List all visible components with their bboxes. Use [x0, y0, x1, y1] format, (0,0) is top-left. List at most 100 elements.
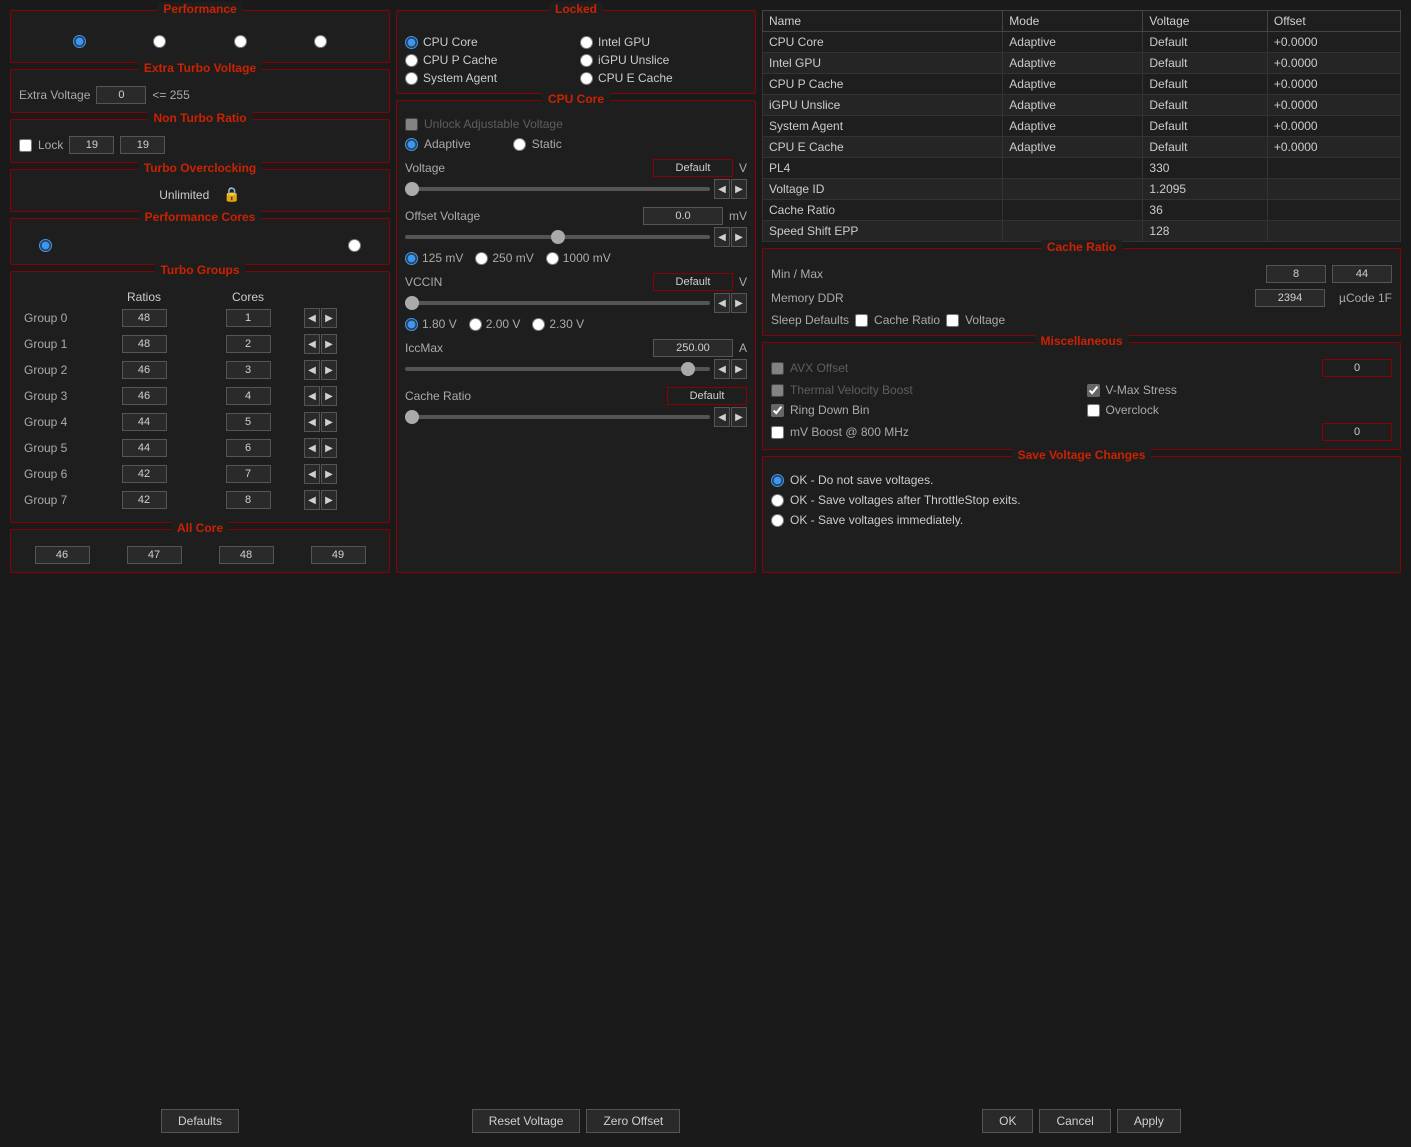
locked-radio-4[interactable] — [405, 72, 418, 85]
group-cores-input[interactable] — [226, 387, 271, 405]
group-cores-input[interactable] — [226, 439, 271, 457]
group-cores-input[interactable] — [226, 465, 271, 483]
unlock-adj-checkbox[interactable] — [405, 118, 418, 131]
perf-cores-radio-2[interactable] — [348, 239, 361, 252]
group-ratio-input[interactable] — [122, 309, 167, 327]
static-radio[interactable] — [513, 138, 526, 151]
cache-ratio-up-btn[interactable]: ▶ — [731, 407, 747, 427]
vccin-input[interactable] — [653, 273, 733, 291]
group-ratio-input[interactable] — [122, 465, 167, 483]
non-turbo-lock-checkbox[interactable] — [19, 139, 32, 152]
range1-1000-radio[interactable] — [546, 252, 559, 265]
save-radio-2[interactable] — [771, 514, 784, 527]
save-radio-1[interactable] — [771, 494, 784, 507]
mv-boost-checkbox[interactable] — [771, 426, 784, 439]
locked-radio-0[interactable] — [405, 36, 418, 49]
cache-ratio-down-btn[interactable]: ◀ — [714, 407, 730, 427]
ring-down-bin-checkbox[interactable] — [771, 404, 784, 417]
sleep-voltage-checkbox[interactable] — [946, 314, 959, 327]
non-turbo-val2[interactable] — [120, 136, 165, 154]
vccin-down-btn[interactable]: ◀ — [714, 293, 730, 313]
perf-radio-2[interactable] — [153, 35, 166, 48]
group-up-btn[interactable]: ▶ — [321, 360, 337, 380]
avx-offset-checkbox[interactable] — [771, 362, 784, 375]
group-down-btn[interactable]: ◀ — [304, 438, 320, 458]
group-ratio-input[interactable] — [122, 387, 167, 405]
cancel-button[interactable]: Cancel — [1039, 1109, 1110, 1133]
thermal-velocity-checkbox[interactable] — [771, 384, 784, 397]
group-ratio-input[interactable] — [122, 491, 167, 509]
vccin-up-btn[interactable]: ▶ — [731, 293, 747, 313]
zero-offset-button[interactable]: Zero Offset — [586, 1109, 680, 1133]
range1-125-radio[interactable] — [405, 252, 418, 265]
group-up-btn[interactable]: ▶ — [321, 308, 337, 328]
iccmax-input[interactable] — [653, 339, 733, 357]
group-ratio-input[interactable] — [122, 361, 167, 379]
voltage-input[interactable] — [653, 159, 733, 177]
perf-radio-3[interactable] — [234, 35, 247, 48]
group-cores-input[interactable] — [226, 309, 271, 327]
range1-250-radio[interactable] — [475, 252, 488, 265]
group-down-btn[interactable]: ◀ — [304, 360, 320, 380]
defaults-button[interactable]: Defaults — [161, 1109, 239, 1133]
group-cores-input[interactable] — [226, 335, 271, 353]
group-ratio-input[interactable] — [122, 413, 167, 431]
mv-boost-input[interactable] — [1322, 423, 1392, 441]
locked-radio-1[interactable] — [580, 36, 593, 49]
perf-radio-4[interactable] — [314, 35, 327, 48]
group-up-btn[interactable]: ▶ — [321, 334, 337, 354]
sleep-cache-ratio-checkbox[interactable] — [855, 314, 868, 327]
cache-ratio-slider[interactable] — [405, 415, 710, 419]
voltage-up-btn[interactable]: ▶ — [731, 179, 747, 199]
group-ratio-input[interactable] — [122, 439, 167, 457]
vccin-slider[interactable] — [405, 301, 710, 305]
adaptive-radio[interactable] — [405, 138, 418, 151]
non-turbo-val1[interactable] — [69, 136, 114, 154]
avx-offset-input[interactable] — [1322, 359, 1392, 377]
cache-ratio-input[interactable] — [667, 387, 747, 405]
voltage-slider[interactable] — [405, 187, 710, 191]
group-up-btn[interactable]: ▶ — [321, 490, 337, 510]
iccmax-slider[interactable] — [405, 367, 710, 371]
v-max-stress-checkbox[interactable] — [1087, 384, 1100, 397]
save-radio-0[interactable] — [771, 474, 784, 487]
voltage-down-btn[interactable]: ◀ — [714, 179, 730, 199]
perf-radio-1[interactable] — [73, 35, 86, 48]
perf-cores-radio-1[interactable] — [39, 239, 52, 252]
extra-voltage-input[interactable] — [96, 86, 146, 104]
group-cores-input[interactable] — [226, 361, 271, 379]
memory-ddr-input[interactable] — [1255, 289, 1325, 307]
group-cores-input[interactable] — [226, 413, 271, 431]
group-up-btn[interactable]: ▶ — [321, 412, 337, 432]
group-up-btn[interactable]: ▶ — [321, 438, 337, 458]
cache-min-input[interactable] — [1266, 265, 1326, 283]
cache-max-input[interactable] — [1332, 265, 1392, 283]
iccmax-down-btn[interactable]: ◀ — [714, 359, 730, 379]
offset-voltage-input[interactable] — [643, 207, 723, 225]
group-ratio-input[interactable] — [122, 335, 167, 353]
group-down-btn[interactable]: ◀ — [304, 308, 320, 328]
all-core-input[interactable] — [311, 546, 366, 564]
range2-230-radio[interactable] — [532, 318, 545, 331]
locked-radio-5[interactable] — [580, 72, 593, 85]
group-cores-input[interactable] — [226, 491, 271, 509]
all-core-input[interactable] — [127, 546, 182, 564]
group-down-btn[interactable]: ◀ — [304, 334, 320, 354]
group-down-btn[interactable]: ◀ — [304, 386, 320, 406]
ok-button[interactable]: OK — [982, 1109, 1033, 1133]
apply-button[interactable]: Apply — [1117, 1109, 1181, 1133]
offset-down-btn[interactable]: ◀ — [714, 227, 730, 247]
offset-up-btn[interactable]: ▶ — [731, 227, 747, 247]
reset-voltage-button[interactable]: Reset Voltage — [472, 1109, 581, 1133]
group-up-btn[interactable]: ▶ — [321, 386, 337, 406]
locked-radio-3[interactable] — [580, 54, 593, 67]
locked-radio-2[interactable] — [405, 54, 418, 67]
group-down-btn[interactable]: ◀ — [304, 464, 320, 484]
all-core-input[interactable] — [35, 546, 90, 564]
range2-180-radio[interactable] — [405, 318, 418, 331]
range2-200-radio[interactable] — [469, 318, 482, 331]
group-up-btn[interactable]: ▶ — [321, 464, 337, 484]
all-core-input[interactable] — [219, 546, 274, 564]
group-down-btn[interactable]: ◀ — [304, 412, 320, 432]
offset-voltage-slider[interactable] — [405, 235, 710, 239]
